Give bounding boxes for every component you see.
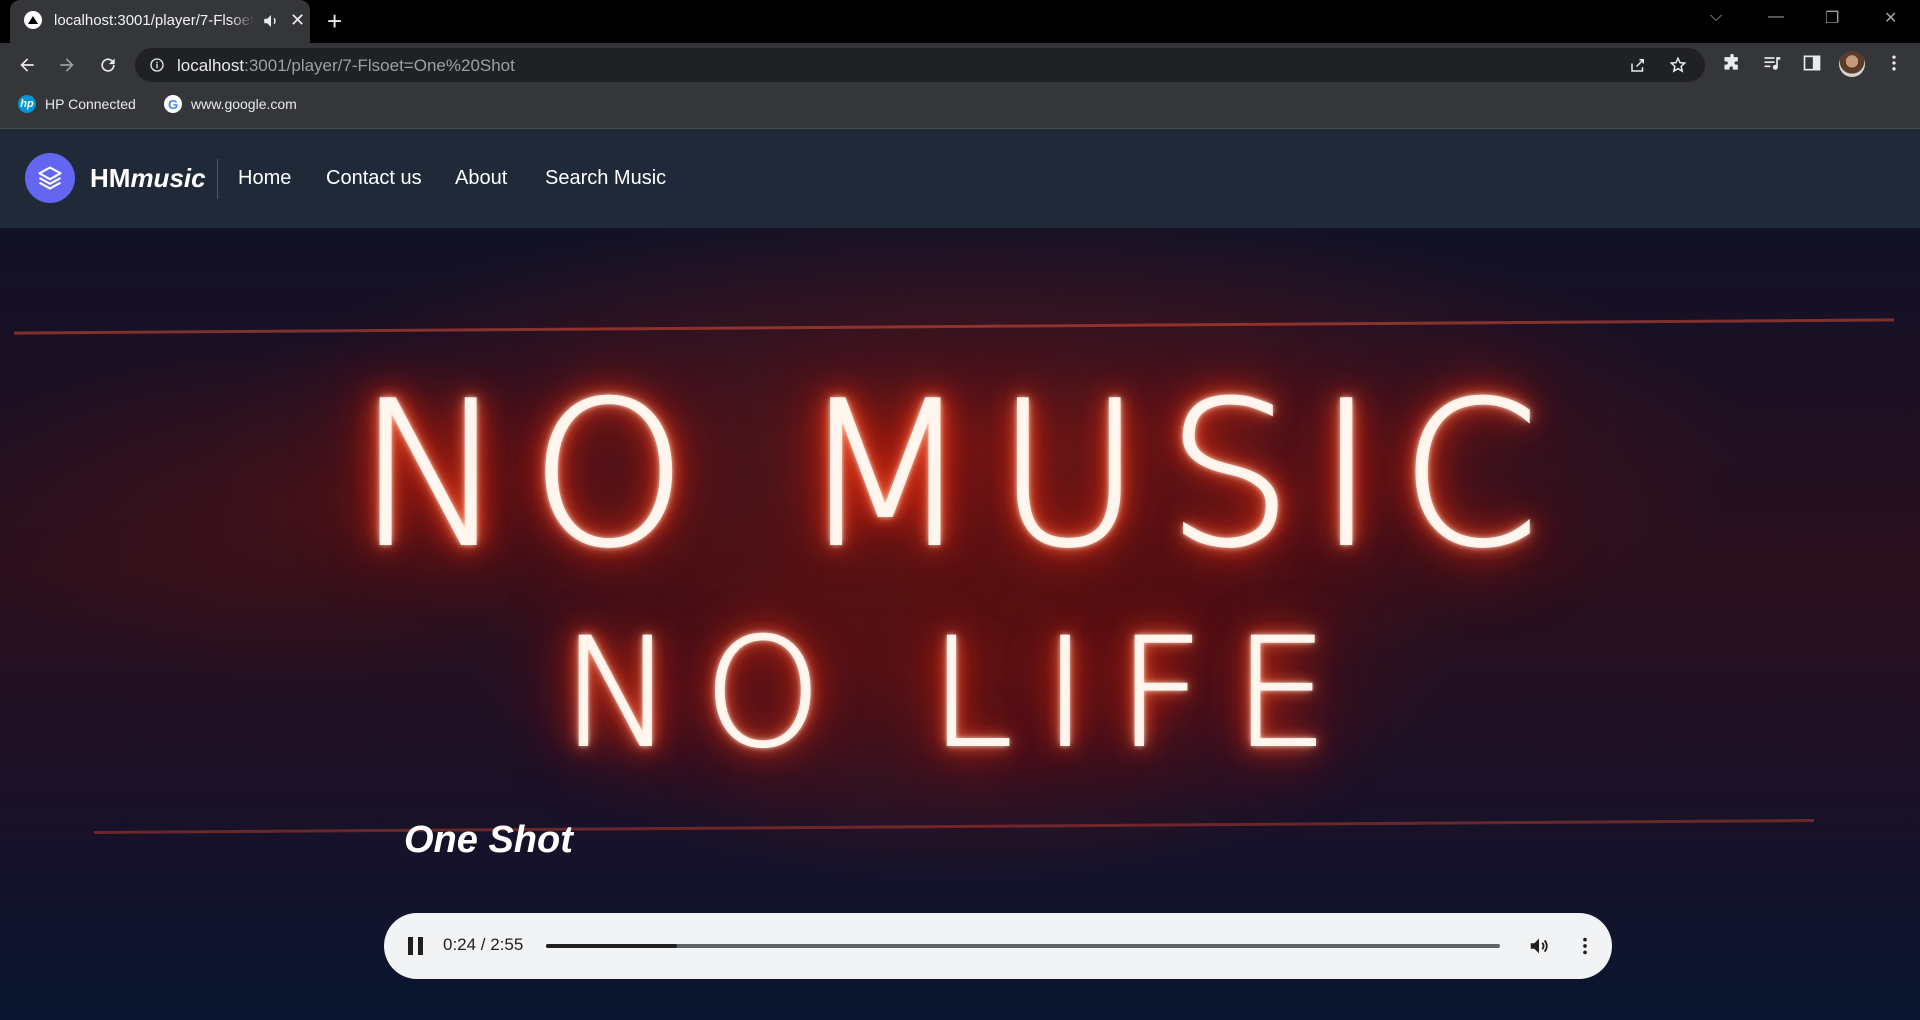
more-options-icon[interactable] (1574, 935, 1596, 957)
web-page: NO MUSIC NO LIFE HMmusic Home Contact us… (0, 129, 1920, 1020)
forward-button[interactable] (54, 52, 80, 78)
share-icon[interactable] (1629, 56, 1647, 74)
site-favicon-icon (24, 11, 42, 29)
browser-toolbar: localhost:3001/player/7-Flsoet=One%20Sho… (0, 43, 1920, 86)
song-title: One Shot (404, 819, 573, 861)
brand-suffix: music (130, 163, 206, 193)
neon-sign-line-2: NO LIFE (561, 606, 1359, 782)
reload-button[interactable] (95, 52, 121, 78)
profile-avatar[interactable] (1839, 51, 1865, 77)
minimize-button[interactable]: — (1768, 8, 1784, 26)
hp-icon: hp (18, 95, 36, 113)
neon-sign-line-1: NO MUSIC (355, 358, 1564, 593)
tab-close-icon[interactable]: ✕ (290, 10, 305, 31)
tab-search-chevron-icon[interactable]: ⌵ (1710, 8, 1722, 26)
new-tab-button[interactable]: + (327, 6, 342, 37)
url-host: localhost (177, 56, 245, 75)
reload-icon (101, 58, 115, 72)
audio-player: 0:24 / 2:55 (384, 913, 1612, 979)
browser-tab-strip: localhost:3001/player/7-Flsoet=One%20Sho… (0, 0, 1920, 43)
address-bar[interactable]: localhost:3001/player/7-Flsoet=One%20Sho… (135, 48, 1705, 82)
seek-slider[interactable] (546, 944, 1500, 948)
bookmarks-bar: hp HP Connected G www.google.com (0, 86, 1920, 129)
site-navbar: HMmusic Home Contact us About Search Mus… (0, 129, 1920, 228)
hero-background-image: NO MUSIC NO LIFE (0, 129, 1920, 1020)
nav-link-contact-us[interactable]: Contact us (326, 167, 422, 190)
nav-link-home[interactable]: Home (238, 167, 291, 190)
restore-button[interactable]: ❐ (1825, 8, 1839, 28)
tab-title: localhost:3001/player/7-Flsoet=One%20Sho… (54, 12, 254, 29)
pause-icon[interactable] (408, 937, 426, 955)
bookmark-star-icon[interactable] (1669, 56, 1687, 74)
close-window-button[interactable]: ✕ (1884, 8, 1897, 28)
arrow-left-icon (20, 58, 34, 72)
nav-link-search-music[interactable]: Search Music (545, 167, 666, 190)
seek-progress-fill (546, 944, 677, 948)
back-button[interactable] (14, 52, 40, 78)
url-text: localhost:3001/player/7-Flsoet=One%20Sho… (177, 56, 515, 76)
bookmark-label: HP Connected (45, 96, 136, 112)
url-path: :3001/player/7-Flsoet=One%20Shot (244, 56, 515, 75)
nav-link-about[interactable]: About (455, 167, 507, 190)
extensions-puzzle-icon[interactable] (1722, 53, 1742, 73)
brand-logo-text[interactable]: HMmusic (90, 163, 206, 194)
bookmark-label: www.google.com (191, 96, 297, 112)
bookmark-google[interactable]: G www.google.com (164, 95, 297, 113)
brand-prefix: HM (90, 163, 131, 193)
nav-divider (217, 159, 218, 199)
site-info-icon[interactable] (149, 57, 165, 73)
arrow-right-icon (60, 58, 74, 72)
google-icon: G (164, 95, 182, 113)
volume-icon[interactable] (1528, 935, 1550, 957)
bookmark-hp-connected[interactable]: hp HP Connected (18, 95, 136, 113)
stack-layers-icon[interactable] (25, 153, 75, 203)
browser-tab[interactable]: localhost:3001/player/7-Flsoet=One%20Sho… (10, 0, 310, 43)
playback-time: 0:24 / 2:55 (443, 935, 524, 954)
side-panel-icon[interactable] (1802, 53, 1822, 73)
more-menu-icon[interactable] (1884, 53, 1904, 73)
media-control-icon[interactable] (1762, 53, 1782, 73)
tab-audio-playing-icon[interactable] (262, 12, 280, 30)
